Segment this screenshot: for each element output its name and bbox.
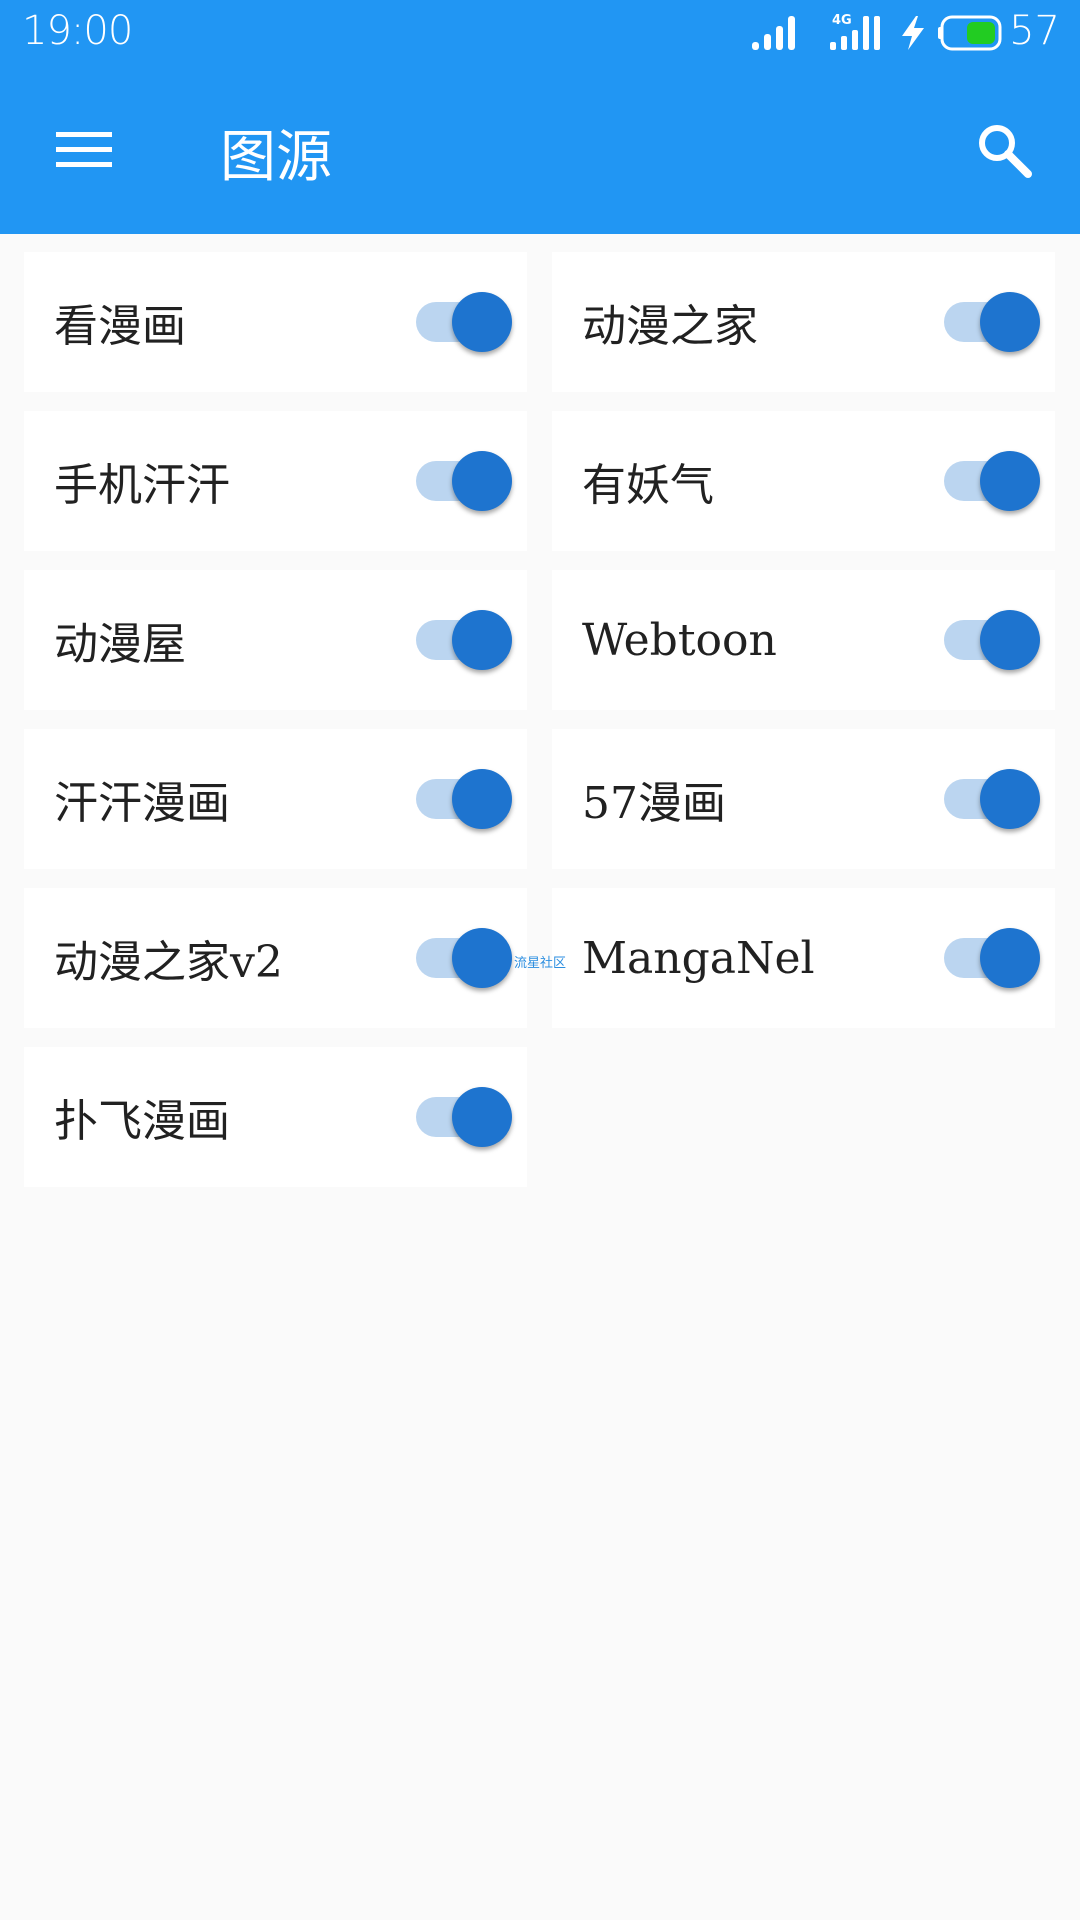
- source-card[interactable]: 汗汗漫画: [24, 729, 527, 869]
- source-label: 有妖气: [582, 460, 714, 511]
- menu-button[interactable]: [36, 110, 132, 190]
- search-button[interactable]: [956, 110, 1052, 190]
- signal-icon: [752, 16, 795, 50]
- source-label: 汗汗漫画: [54, 778, 230, 829]
- source-label: 动漫屋: [54, 619, 186, 670]
- source-card[interactable]: Webtoon: [552, 570, 1055, 710]
- hamburger-menu-icon: [56, 132, 112, 167]
- app-bar: 图源: [0, 66, 1080, 234]
- toggle-thumb: [980, 928, 1040, 988]
- toggle-thumb: [452, 1087, 512, 1147]
- source-toggle[interactable]: [924, 610, 1044, 670]
- network-label: 4G: [832, 13, 852, 28]
- toggle-thumb: [980, 610, 1040, 670]
- source-toggle[interactable]: [396, 1087, 516, 1147]
- source-label: MangaNel: [582, 932, 815, 984]
- battery-icon: [938, 15, 1002, 51]
- source-toggle[interactable]: [396, 610, 516, 670]
- page-title: 图源: [220, 125, 332, 190]
- source-label: 手机汗汗: [54, 460, 230, 511]
- source-toggle[interactable]: [924, 769, 1044, 829]
- source-toggle[interactable]: [924, 451, 1044, 511]
- source-card[interactable]: 动漫之家: [552, 252, 1055, 392]
- network-4g-icon: 4G: [830, 13, 880, 50]
- source-card[interactable]: 动漫屋: [24, 570, 527, 710]
- source-toggle[interactable]: [396, 451, 516, 511]
- source-label: 动漫之家v2: [54, 937, 283, 988]
- toggle-thumb: [452, 292, 512, 352]
- source-label: 扑飞漫画: [54, 1096, 230, 1147]
- source-card[interactable]: 扑飞漫画: [24, 1047, 527, 1187]
- source-card[interactable]: 有妖气: [552, 411, 1055, 551]
- toggle-thumb: [452, 769, 512, 829]
- toggle-thumb: [452, 610, 512, 670]
- toggle-thumb: [980, 451, 1040, 511]
- source-toggle[interactable]: [396, 928, 516, 988]
- source-card[interactable]: 看漫画: [24, 252, 527, 392]
- source-card[interactable]: 动漫之家v2: [24, 888, 527, 1028]
- search-icon: [979, 125, 1032, 178]
- source-label: 动漫之家: [582, 301, 758, 352]
- status-bar: 19:00 4G 57: [0, 0, 1080, 66]
- toggle-thumb: [980, 292, 1040, 352]
- source-label: 57漫画: [582, 778, 726, 829]
- charging-icon: [902, 16, 924, 50]
- source-card[interactable]: MangaNel: [552, 888, 1055, 1028]
- source-toggle[interactable]: [924, 292, 1044, 352]
- watermark-text: 流星社区: [514, 956, 567, 971]
- toggle-thumb: [452, 451, 512, 511]
- source-toggle[interactable]: [396, 769, 516, 829]
- source-card[interactable]: 57漫画: [552, 729, 1055, 869]
- source-label: 看漫画: [54, 301, 186, 352]
- battery-percent: 57: [1009, 8, 1060, 54]
- source-label: Webtoon: [582, 614, 777, 666]
- toggle-thumb: [980, 769, 1040, 829]
- status-time: 19:00: [22, 8, 133, 54]
- toggle-thumb: [452, 928, 512, 988]
- source-card[interactable]: 手机汗汗: [24, 411, 527, 551]
- source-toggle[interactable]: [396, 292, 516, 352]
- source-toggle[interactable]: [924, 928, 1044, 988]
